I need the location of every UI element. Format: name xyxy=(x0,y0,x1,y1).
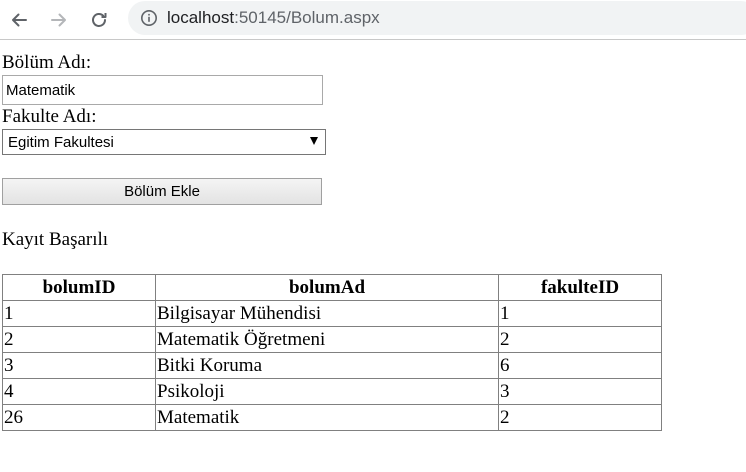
column-header: fakulteID xyxy=(498,274,662,301)
column-header: bolumAd xyxy=(155,274,499,301)
back-button[interactable] xyxy=(6,7,32,33)
table-header-row: bolumID bolumAd fakulteID xyxy=(2,274,662,301)
browser-toolbar: localhost:50145/Bolum.aspx xyxy=(0,0,746,40)
fakulte-select[interactable]: Egitim Fakultesi xyxy=(2,129,326,155)
bolum-adi-input[interactable] xyxy=(2,75,323,105)
table-cell: 4 xyxy=(2,378,156,405)
fakulte-selected-value: Egitim Fakultesi xyxy=(8,133,114,151)
table-cell: Bitki Koruma xyxy=(155,352,499,379)
arrow-left-icon xyxy=(12,13,27,27)
arrow-right-icon xyxy=(51,13,66,27)
table-cell: 2 xyxy=(498,326,662,353)
table-cell: 6 xyxy=(498,352,662,379)
table-cell: 3 xyxy=(498,378,662,405)
table-row: 2 Matematik Öğretmeni 2 xyxy=(2,326,662,353)
table-cell: Bilgisayar Mühendisi xyxy=(155,300,499,327)
table-cell: Matematik xyxy=(155,404,499,431)
table-cell: 1 xyxy=(498,300,662,327)
table-cell: Matematik Öğretmeni xyxy=(155,326,499,353)
info-icon[interactable] xyxy=(140,9,158,27)
fakulte-adi-label: Fakulte Adı: xyxy=(2,106,97,127)
table-cell: 26 xyxy=(2,404,156,431)
table-row: 3 Bitki Koruma 6 xyxy=(2,352,662,379)
url-path: :50145/Bolum.aspx xyxy=(234,8,380,27)
dropdown-arrow-icon xyxy=(310,137,318,145)
reload-icon xyxy=(92,13,107,27)
forward-button[interactable] xyxy=(46,7,72,33)
table-row: 4 Psikoloji 3 xyxy=(2,378,662,405)
table-cell: 2 xyxy=(2,326,156,353)
column-header: bolumID xyxy=(2,274,156,301)
table-row: 1 Bilgisayar Mühendisi 1 xyxy=(2,300,662,327)
table-cell: 3 xyxy=(2,352,156,379)
url-text: localhost:50145/Bolum.aspx xyxy=(167,8,380,28)
table-cell: 1 xyxy=(2,300,156,327)
table-cell: Psikoloji xyxy=(155,378,499,405)
status-message: Kayıt Başarılı xyxy=(2,229,109,250)
table-row: 26 Matematik 2 xyxy=(2,404,662,431)
bolum-table: bolumID bolumAd fakulteID 1 Bilgisayar M… xyxy=(2,274,662,431)
reload-button[interactable] xyxy=(86,7,112,33)
table-cell: 2 xyxy=(498,404,662,431)
page-content: Bölüm Adı: Fakulte Adı: Egitim Fakultesi… xyxy=(0,40,746,472)
url-host: localhost xyxy=(167,8,235,27)
address-bar[interactable]: localhost:50145/Bolum.aspx xyxy=(128,1,746,35)
bolum-adi-label: Bölüm Adı: xyxy=(2,52,92,73)
bolum-ekle-button[interactable]: Bölüm Ekle xyxy=(2,178,322,205)
